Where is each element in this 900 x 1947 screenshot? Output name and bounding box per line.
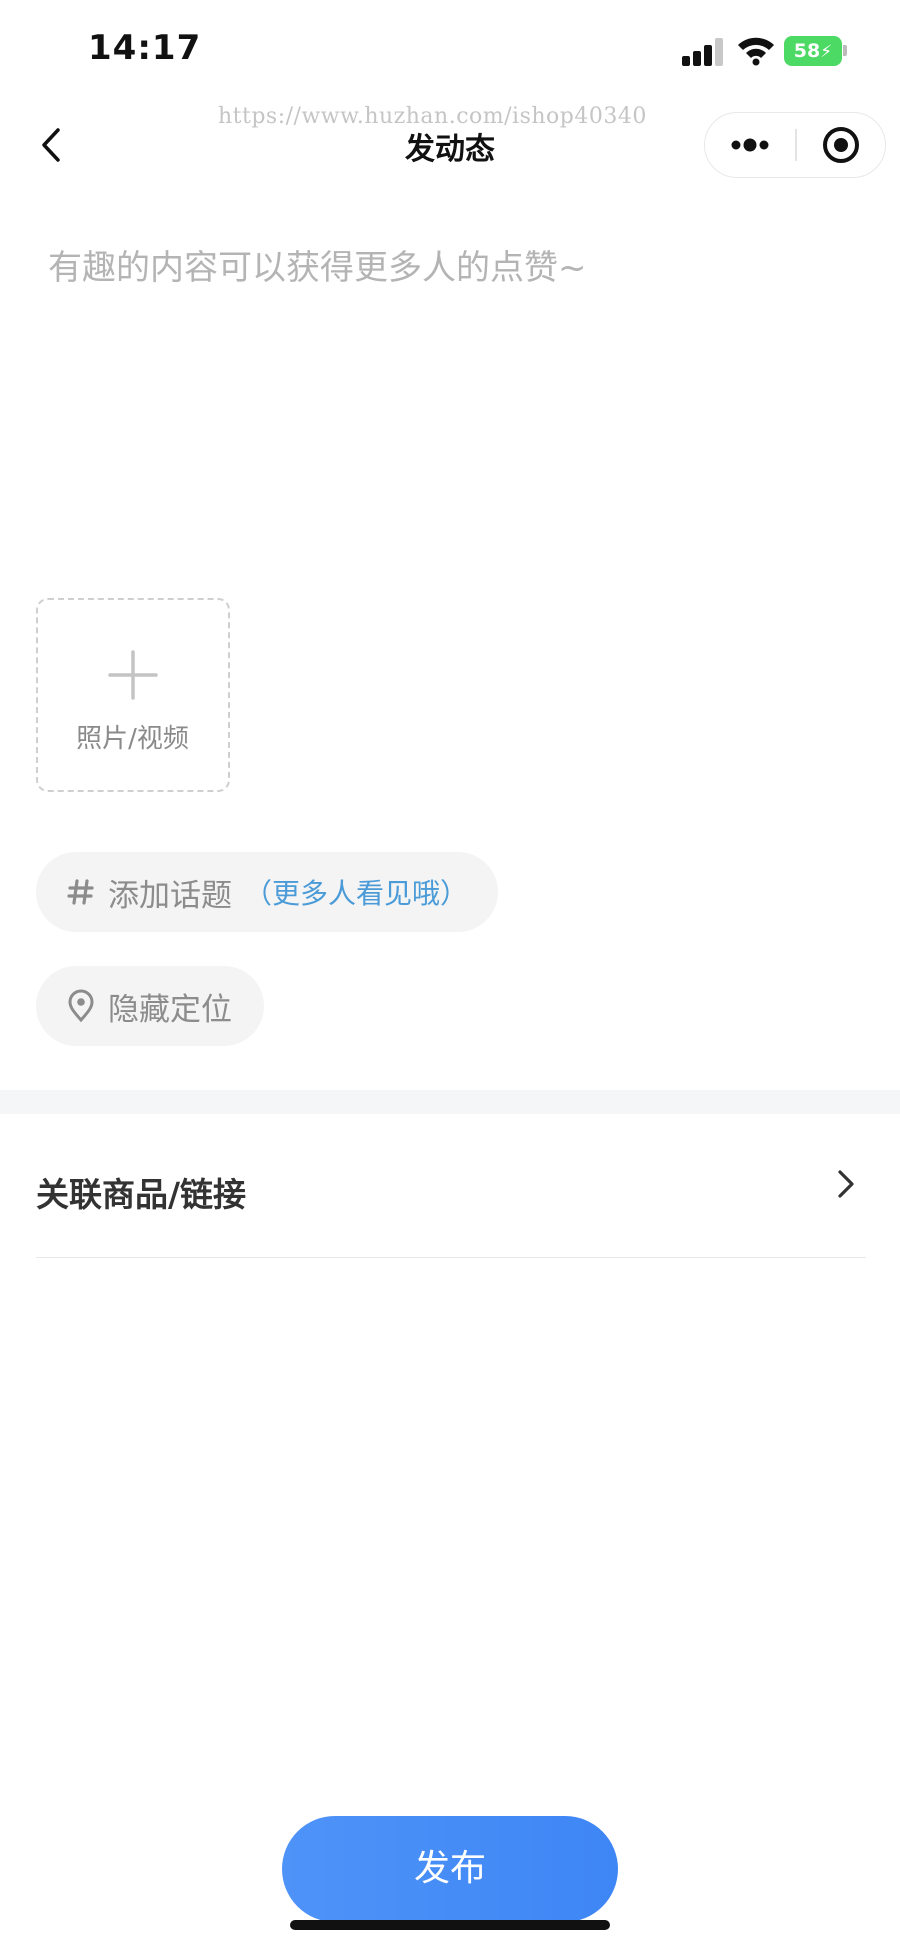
battery-tip	[843, 45, 847, 56]
mini-program-capsule	[704, 112, 886, 178]
link-product-label: 关联商品/链接	[36, 1175, 247, 1214]
close-target-icon[interactable]	[797, 113, 885, 176]
post-content-input[interactable]	[48, 240, 858, 540]
location-label: 隐藏定位	[108, 991, 232, 1028]
cellular-signal-icon	[682, 38, 726, 66]
chevron-right-icon	[838, 1170, 854, 1198]
wifi-icon	[738, 37, 774, 66]
publish-button[interactable]: 发布	[282, 1816, 618, 1922]
location-toggle-button[interactable]: 隐藏定位	[36, 966, 264, 1046]
add-media-button[interactable]: 照片/视频	[36, 598, 230, 792]
add-topic-label: 添加话题	[108, 877, 232, 914]
add-topic-hint: （更多人看见哦）	[244, 877, 469, 910]
add-media-label: 照片/视频	[76, 724, 189, 754]
add-topic-button[interactable]: 添加话题 （更多人看见哦）	[36, 852, 498, 932]
more-menu-icon[interactable]	[705, 113, 795, 176]
status-bar: 14:17 58⚡	[0, 0, 900, 100]
charging-bolt-icon: ⚡	[820, 42, 833, 62]
battery-level: 58	[793, 40, 821, 62]
location-pin-icon	[68, 989, 94, 1023]
hash-icon	[67, 879, 94, 905]
nav-bar: https://www.huzhan.com/ishop40340 发动态	[0, 100, 900, 190]
home-indicator	[290, 1920, 610, 1930]
section-divider	[0, 1090, 900, 1114]
plus-icon	[108, 650, 158, 700]
link-product-row[interactable]: 关联商品/链接	[36, 1114, 866, 1258]
status-time: 14:17	[88, 28, 202, 68]
battery-indicator: 58⚡	[784, 36, 842, 66]
